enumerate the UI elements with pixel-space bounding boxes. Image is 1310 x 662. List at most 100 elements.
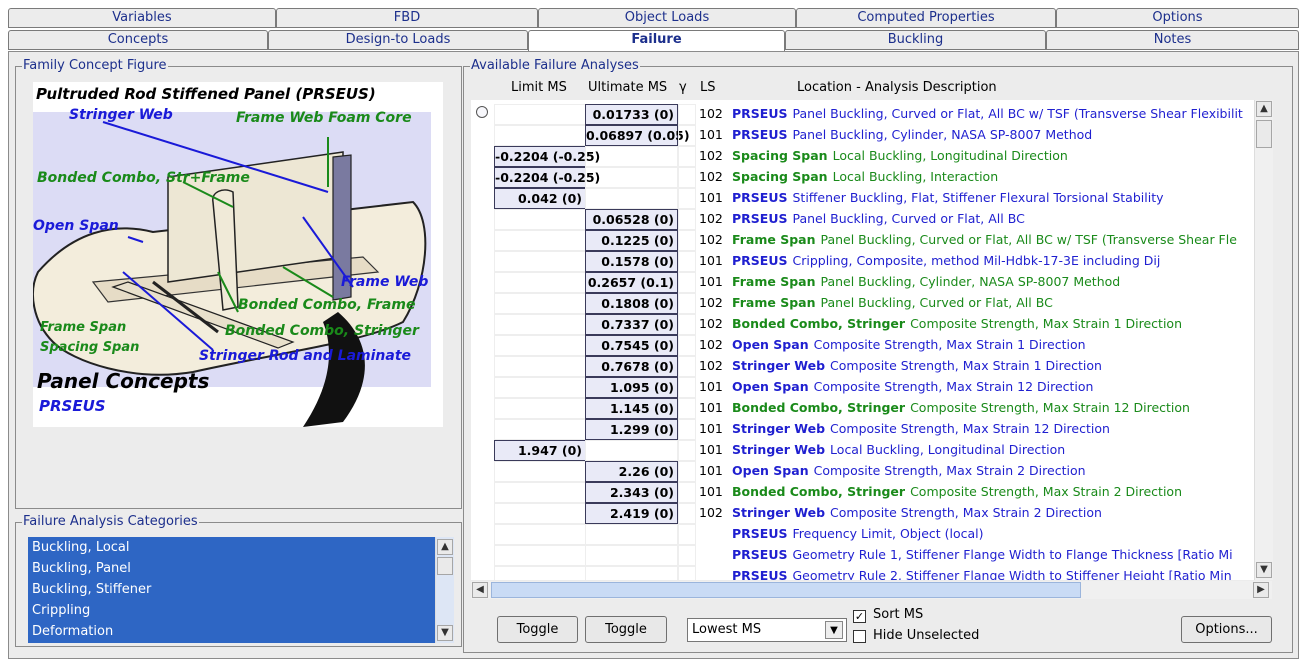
- tab-object-loads[interactable]: Object Loads: [538, 8, 796, 28]
- gamma-cell[interactable]: [678, 356, 696, 377]
- analysis-row[interactable]: 0.1808 (0) 102 Frame Span Panel Buckling, C…: [471, 293, 1261, 314]
- scroll-down-icon[interactable]: ▼: [1256, 562, 1272, 578]
- scroll-up-icon[interactable]: ▲: [1256, 101, 1272, 117]
- analysis-row[interactable]: 1.095 (0) 101 Open Span Composite Strength,…: [471, 377, 1261, 398]
- gamma-cell[interactable]: [678, 461, 696, 482]
- limit-ms-cell[interactable]: [494, 335, 586, 356]
- gamma-cell[interactable]: [678, 251, 696, 272]
- ultimate-ms-cell[interactable]: 0.7337 (0): [585, 314, 678, 335]
- analysis-row[interactable]: -0.2204 (-0.25) 102 Spacing Span Local Buck…: [471, 146, 1261, 167]
- analysis-row[interactable]: 1.947 (0) 101 Stringer Web Local Buckling, …: [471, 440, 1261, 461]
- gamma-cell[interactable]: [678, 398, 696, 419]
- analysis-row[interactable]: 0.01733 (0) 102 PRSEUS Panel Buckling, Curv…: [471, 104, 1261, 125]
- chevron-down-icon[interactable]: ▼: [825, 621, 843, 639]
- limit-ms-cell[interactable]: [494, 377, 586, 398]
- ultimate-ms-cell[interactable]: [585, 440, 678, 461]
- gamma-cell[interactable]: [678, 440, 696, 461]
- analysis-row[interactable]: 0.06897 (0.05) 101 PRSEUS Panel Buckling, C…: [471, 125, 1261, 146]
- gamma-cell[interactable]: [678, 482, 696, 503]
- analysis-row[interactable]: 1.299 (0) 101 Stringer Web Composite Streng…: [471, 419, 1261, 440]
- limit-ms-cell[interactable]: [494, 230, 586, 251]
- tab-options[interactable]: Options: [1056, 8, 1299, 28]
- scroll-left-icon[interactable]: ◀: [472, 582, 488, 598]
- tab-concepts[interactable]: Concepts: [8, 30, 268, 50]
- ultimate-ms-cell[interactable]: [585, 146, 678, 167]
- category-item[interactable]: Buckling, Stiffener: [32, 579, 432, 600]
- ultimate-ms-cell[interactable]: 0.7678 (0): [585, 356, 678, 377]
- scroll-thumb[interactable]: [437, 557, 453, 575]
- category-item[interactable]: Buckling, Panel: [32, 558, 432, 579]
- limit-ms-cell[interactable]: [494, 503, 586, 524]
- limit-ms-cell[interactable]: [494, 356, 586, 377]
- ultimate-ms-cell[interactable]: [585, 524, 678, 545]
- limit-ms-cell[interactable]: [494, 461, 586, 482]
- limit-ms-cell[interactable]: [494, 482, 586, 503]
- analyses-hscroll[interactable]: ◀ ▶: [471, 581, 1272, 599]
- hide-unselected-checkbox[interactable]: [853, 630, 866, 643]
- limit-ms-cell[interactable]: 1.947 (0): [494, 440, 586, 461]
- vscroll-thumb[interactable]: [1256, 120, 1272, 148]
- ultimate-ms-cell[interactable]: [585, 188, 678, 209]
- ultimate-ms-cell[interactable]: 0.1225 (0): [585, 230, 678, 251]
- limit-ms-cell[interactable]: [494, 566, 586, 580]
- gamma-cell[interactable]: [678, 188, 696, 209]
- analysis-row[interactable]: PRSEUS Frequency Limit, Object (local): [471, 524, 1261, 545]
- analysis-row[interactable]: -0.2204 (-0.25) 102 Spacing Span Local Buck…: [471, 167, 1261, 188]
- tab-computed-properties[interactable]: Computed Properties: [796, 8, 1056, 28]
- analysis-row[interactable]: PRSEUS Geometry Rule 2, Stiffener Flange …: [471, 566, 1261, 580]
- tab-design-to-loads[interactable]: Design-to Loads: [268, 30, 528, 50]
- toggle-ultimate-button[interactable]: Toggle: [585, 616, 667, 643]
- gamma-cell[interactable]: [678, 104, 696, 125]
- gamma-cell[interactable]: [678, 419, 696, 440]
- limit-ms-cell[interactable]: 0.042 (0): [494, 188, 586, 209]
- scroll-right-icon[interactable]: ▶: [1253, 582, 1269, 598]
- header-limit-ms[interactable]: Limit MS: [511, 80, 567, 95]
- gamma-cell[interactable]: [678, 314, 696, 335]
- analysis-row[interactable]: 2.26 (0) 101 Open Span Composite Strength, …: [471, 461, 1261, 482]
- limit-ms-cell[interactable]: [494, 272, 586, 293]
- analysis-row[interactable]: 2.343 (0) 101 Bonded Combo, Stringer Compos…: [471, 482, 1261, 503]
- ultimate-ms-cell[interactable]: 0.2657 (0.1): [585, 272, 678, 293]
- tab-variables[interactable]: Variables: [8, 8, 276, 28]
- categories-scrollbar[interactable]: ▲ ▼: [435, 537, 454, 643]
- analysis-row[interactable]: 0.042 (0) 101 PRSEUS Stiffener Buckling, Fl…: [471, 188, 1261, 209]
- gamma-cell[interactable]: [678, 167, 696, 188]
- analysis-row[interactable]: 0.7337 (0) 102 Bonded Combo, Stringer Compo…: [471, 314, 1261, 335]
- ultimate-ms-cell[interactable]: 0.1808 (0): [585, 293, 678, 314]
- limit-ms-cell[interactable]: [494, 125, 586, 146]
- limit-ms-cell[interactable]: [494, 104, 586, 125]
- ultimate-ms-cell[interactable]: [585, 566, 678, 580]
- limit-ms-cell[interactable]: [494, 251, 586, 272]
- analyses-vscroll[interactable]: ▲ ▼: [1254, 100, 1273, 580]
- gamma-cell[interactable]: [678, 545, 696, 566]
- header-gamma[interactable]: γ: [679, 80, 687, 95]
- ultimate-ms-cell[interactable]: 0.06897 (0.05): [585, 125, 690, 146]
- ultimate-ms-cell[interactable]: 1.095 (0): [585, 377, 678, 398]
- analyses-grid[interactable]: 0.01733 (0) 102 PRSEUS Panel Buckling, Curv…: [471, 100, 1272, 580]
- sort-ms-checkbox[interactable]: ✓: [853, 610, 866, 623]
- category-item[interactable]: Crippling: [32, 600, 432, 621]
- limit-ms-cell[interactable]: [494, 524, 586, 545]
- gamma-cell[interactable]: [678, 566, 696, 580]
- tab-notes[interactable]: Notes: [1046, 30, 1299, 50]
- hscroll-thumb[interactable]: [491, 582, 1081, 598]
- options-button[interactable]: Options...: [1181, 616, 1272, 643]
- limit-ms-cell[interactable]: [494, 398, 586, 419]
- header-ultimate-ms[interactable]: Ultimate MS: [588, 80, 667, 95]
- ultimate-ms-cell[interactable]: 0.1578 (0): [585, 251, 678, 272]
- ultimate-ms-cell[interactable]: 1.145 (0): [585, 398, 678, 419]
- categories-list[interactable]: Buckling, Local Buckling, Panel Buckling, …: [28, 537, 454, 643]
- limit-ms-cell[interactable]: [494, 419, 586, 440]
- ultimate-ms-cell[interactable]: 2.26 (0): [585, 461, 678, 482]
- analysis-row[interactable]: 0.2657 (0.1) 101 Frame Span Panel Buckling,…: [471, 272, 1261, 293]
- analysis-row[interactable]: 0.7545 (0) 102 Open Span Composite Strength…: [471, 335, 1261, 356]
- analysis-row[interactable]: 0.1225 (0) 102 Frame Span Panel Buckling, C…: [471, 230, 1261, 251]
- analysis-row[interactable]: 2.419 (0) 102 Stringer Web Composite Streng…: [471, 503, 1261, 524]
- limit-ms-cell[interactable]: [494, 209, 586, 230]
- gamma-cell[interactable]: [678, 293, 696, 314]
- ultimate-ms-cell[interactable]: 0.01733 (0): [585, 104, 678, 125]
- analysis-row[interactable]: 1.145 (0) 101 Bonded Combo, Stringer Compos…: [471, 398, 1261, 419]
- gamma-cell[interactable]: [678, 272, 696, 293]
- ultimate-ms-cell[interactable]: [585, 167, 678, 188]
- analysis-row[interactable]: 0.7678 (0) 102 Stringer Web Composite Stren…: [471, 356, 1261, 377]
